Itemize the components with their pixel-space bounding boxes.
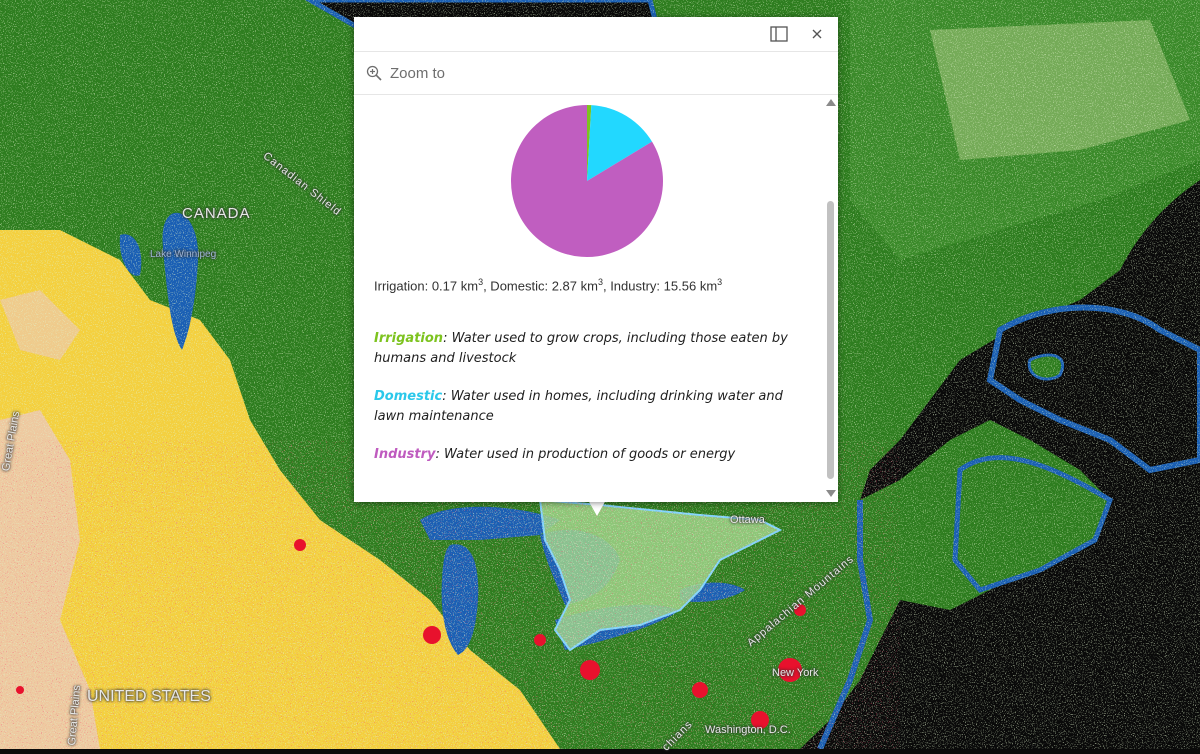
popup-pointer: [588, 500, 606, 516]
water-use-pie-chart: [511, 105, 663, 257]
dock-icon: [770, 26, 788, 42]
unit-exponent: 3: [717, 277, 723, 287]
scroll-thumb[interactable]: [827, 201, 834, 479]
industry-term: Industry: [374, 447, 436, 462]
industry-total-value: 15.56 km: [663, 278, 718, 294]
domestic-total-label: , Domestic:: [483, 278, 552, 294]
popup-content: Irrigation: 0.17 km3, Domestic: 2.87 km3…: [354, 95, 824, 501]
close-icon: [812, 29, 822, 39]
scroll-down-icon[interactable]: [826, 490, 836, 497]
irrigation-term: Irrigation: [374, 331, 444, 346]
close-button[interactable]: [805, 23, 829, 45]
irrigation-description: Irrigation: Water used to grow crops, in…: [374, 329, 814, 369]
scroll-up-icon[interactable]: [826, 99, 836, 106]
industry-description: Industry: Water used in production of go…: [374, 445, 814, 465]
dock-button[interactable]: [767, 23, 791, 45]
domestic-term: Domestic: [374, 389, 443, 404]
industry-total-label: , Industry:: [602, 278, 664, 294]
water-use-totals: Irrigation: 0.17 km3, Domestic: 2.87 km3…: [374, 277, 814, 293]
irrigation-total-value: 0.17 km: [431, 278, 479, 294]
zoom-to-button[interactable]: Zoom to: [366, 65, 445, 82]
feature-popup: Zoom to Irrigation: 0.17 km3, Domestic: …: [354, 17, 838, 502]
domestic-total-value: 2.87 km: [551, 278, 598, 294]
zoom-in-icon: [366, 65, 382, 81]
popup-header: [354, 17, 838, 52]
popup-actions: Zoom to: [354, 52, 838, 95]
popup-scrollbar[interactable]: [824, 95, 838, 501]
irrigation-total-label: Irrigation:: [374, 278, 432, 294]
domestic-description: Domestic: Water used in homes, including…: [374, 387, 814, 427]
industry-text: : Water used in production of goods or e…: [435, 447, 736, 462]
zoom-to-label: Zoom to: [390, 64, 446, 82]
